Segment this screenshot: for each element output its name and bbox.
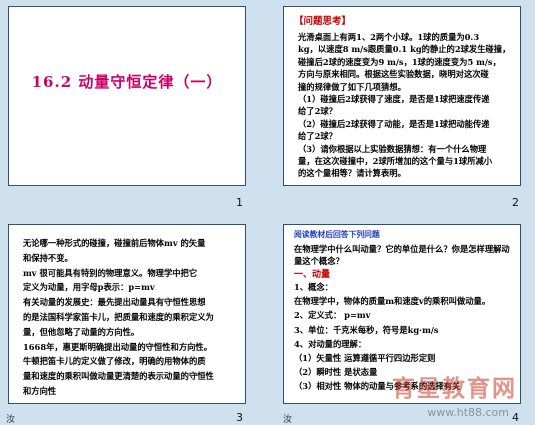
text-line: 有关动量的发展史：最先提出动量具有守恒性思想 [23, 297, 206, 308]
text-line: 无论哪一种形式的碰撞，碰撞前后物体mv 的矢量 [23, 238, 206, 248]
text-line: 光滑桌面上有两1、2两个小球。1球的质量为0.3 [298, 32, 480, 42]
text-line: 4、对动量的理解： [294, 338, 367, 349]
text-line: 定义为动量，用字母p表示：p=mv [23, 282, 155, 293]
text-line: 给了2球？ [298, 106, 337, 117]
text-line: 的这个量相等？请计算表明。 [298, 168, 406, 179]
text-line: 的是法国科学家笛卡儿，把质量和速度的乘积定义为 [23, 312, 214, 322]
section-heading: 一、动量 [294, 270, 331, 280]
text-line: （3）请你根据以上实验数据猜想：有一个什么物理 [298, 143, 487, 154]
text-line: kg，以速度8 m/s跟质量0.1 kg的静止的2球发生碰撞， [298, 44, 511, 55]
text-line: 和保持不变。 [23, 252, 73, 263]
slide-title: 16.2 动量守恒定律（一） [31, 73, 223, 91]
text-line: 量，但他忽略了动量的方向性。 [23, 326, 140, 337]
text-line: 量和速度的乘积叫做动量更清楚的表示动量的守恒性 [23, 371, 214, 382]
text-line: 1668年，惠更斯明确提出动量的守恒性和方向性。 [23, 341, 213, 352]
slide-number: 1 [236, 196, 243, 209]
text-line: 牛顿把笛卡儿的定义做了修改，明确的用物体的质 [23, 356, 206, 367]
text-line: 量，在这次碰撞中，2球所增加的这个量与1球所减小 [298, 156, 493, 166]
text-line: 给了2球？ [298, 131, 337, 142]
text-line: 碰撞后2球的速度变为9 m/s，1球的速度变为5 m/s， [298, 56, 501, 67]
text-line: （1）碰撞后2球获得了速度，是否是1球把速度传递 [298, 94, 490, 104]
slide-footer: 汝 [6, 415, 16, 425]
text-line: 3、单位：千克米每秒，符号是kg·m/s [294, 324, 439, 335]
slide-number: 4 [512, 411, 519, 424]
text-line: （1）矢量性 运算遵循平行四边形定则 [294, 353, 436, 363]
text-line: 2、定义式： p=mv [294, 310, 371, 321]
text-line: mv 很可能具有特别的物理意义。物理学中把它 [23, 267, 198, 278]
slide-heading: 【问题思考】 [294, 16, 352, 27]
text-line: 1、概念： [294, 282, 333, 292]
slide-1[interactable]: 16.2 动量守恒定律（一） [8, 6, 246, 186]
text-line: 在物理学中，物体的质量m和速度v的乘积叫做动量。 [294, 296, 491, 307]
text-line: 撞的规律做了如下几项猜想。 [298, 81, 406, 92]
slide-3[interactable]: 无论哪一种形式的碰撞，碰撞前后物体mv 的矢量 和保持不变。 mv 很可能具有特别的… [8, 224, 246, 404]
slide-footer: 汝 [283, 415, 293, 425]
question-text: 在物理学中什么叫动量？它的单位是什么？你是怎样理解动量这个概念？ [294, 244, 510, 267]
text-line: （2）碰撞后2球获得了动能，是否是1球把动能传递 [298, 118, 490, 129]
slide-number: 2 [512, 196, 519, 209]
watermark-url: www.ht88.com [427, 406, 509, 419]
watermark-logo: 育星教育网 [392, 376, 517, 402]
slide-2[interactable]: 【问题思考】 光滑桌面上有两1、2两个小球。1球的质量为0.3 kg，以速度8 m… [283, 6, 521, 186]
text-line: 方向与原来相同。根据这些实验数据，晓明对这次碰 [298, 69, 489, 80]
slide-number: 3 [236, 411, 243, 424]
slide-banner: 阅读教材后回答下列问题 [294, 230, 380, 239]
text-line: 和方向性 [23, 386, 57, 396]
